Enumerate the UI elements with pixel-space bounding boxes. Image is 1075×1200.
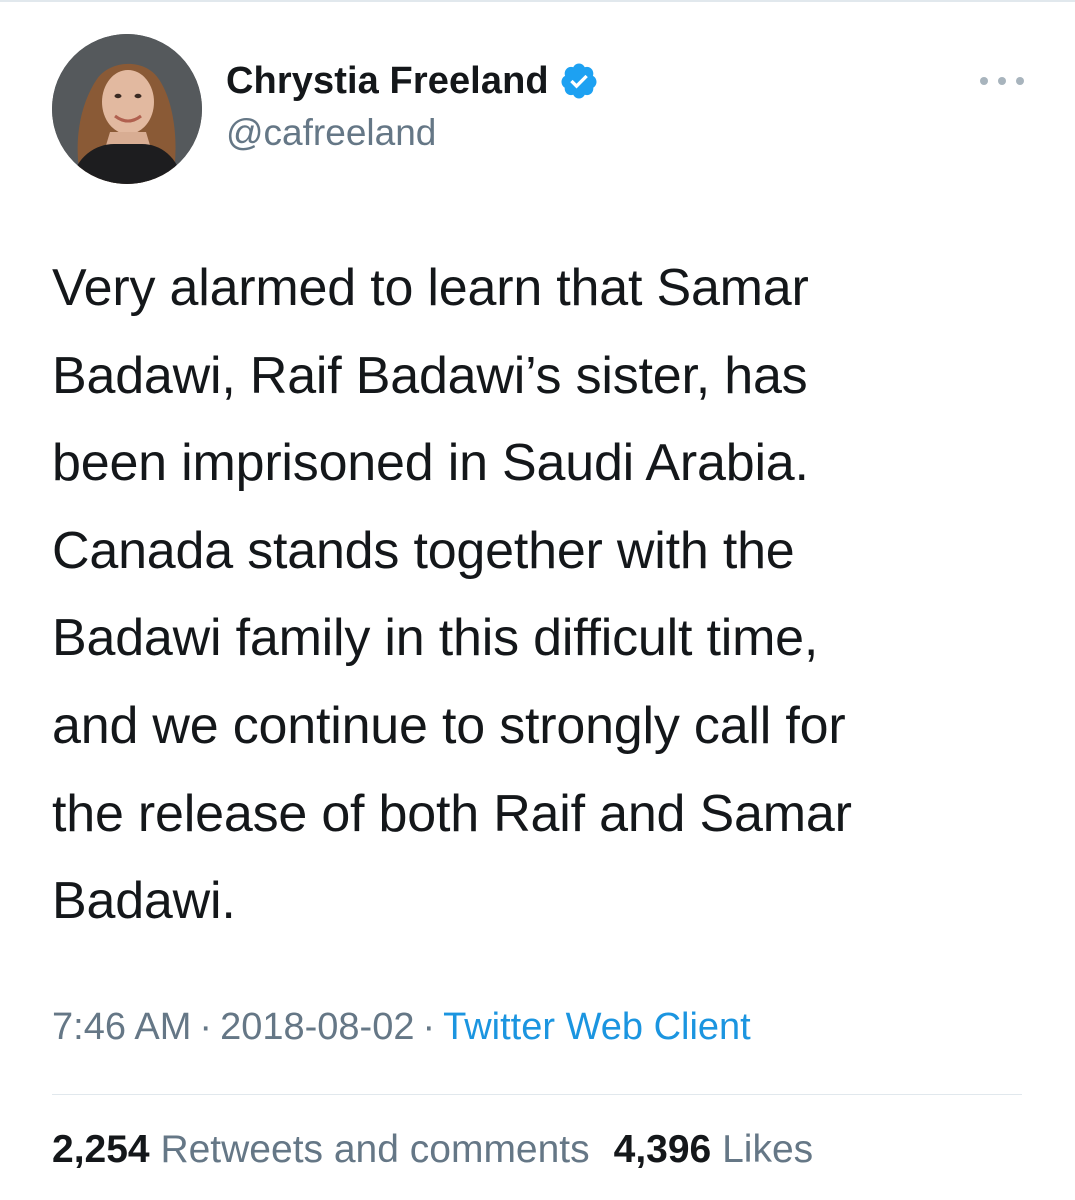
meta-separator: · (199, 1006, 213, 1048)
more-horizontal-icon[interactable] (980, 66, 1024, 96)
retweets-label: Retweets and comments (160, 1128, 590, 1171)
tweet-stats: 2,254 Retweets and comments 4,396 Likes (52, 1128, 813, 1172)
profile-photo-icon (52, 34, 202, 184)
verified-badge-icon (559, 61, 599, 101)
likes-stat[interactable]: 4,396 Likes (614, 1128, 814, 1171)
display-name[interactable]: Chrystia Freeland (226, 60, 549, 103)
top-divider (0, 0, 1075, 2)
tweet-time[interactable]: 7:46 AM (52, 1006, 191, 1048)
retweets-count: 2,254 (52, 1128, 150, 1171)
stats-divider (52, 1094, 1022, 1095)
likes-label: Likes (722, 1128, 814, 1171)
more-dot (980, 77, 988, 85)
tweet-metadata: 7:46 AM · 2018-08-02 · Twitter Web Client (52, 1006, 751, 1049)
more-dot (998, 77, 1006, 85)
user-handle[interactable]: @cafreeland (226, 112, 436, 154)
avatar[interactable] (52, 34, 202, 184)
meta-separator: · (422, 1006, 436, 1048)
retweets-stat[interactable]: 2,254 Retweets and comments (52, 1128, 590, 1171)
tweet-date[interactable]: 2018-08-02 (220, 1006, 414, 1048)
more-dot (1016, 77, 1024, 85)
likes-count: 4,396 (613, 1128, 712, 1171)
tweet-text: Very alarmed to learn that Samar Badawi,… (52, 259, 852, 931)
tweet-source-link[interactable]: Twitter Web Client (443, 1006, 751, 1048)
author-name-row: Chrystia Freeland (226, 56, 599, 106)
